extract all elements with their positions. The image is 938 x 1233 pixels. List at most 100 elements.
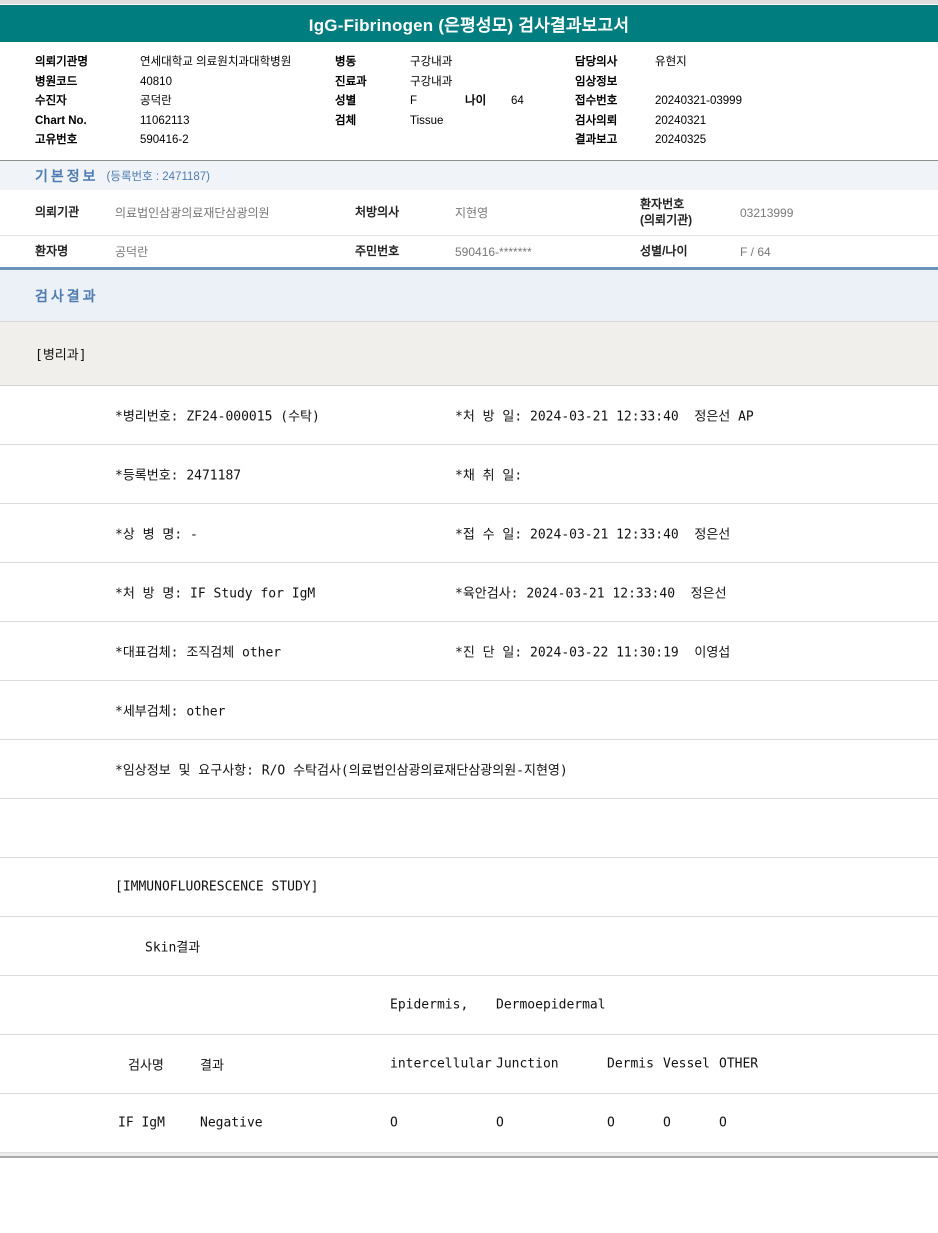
header-row: 접수번호 20240321-03999 xyxy=(575,92,742,112)
study-title-row: [IMMUNOFLUORESCENCE STUDY] xyxy=(0,858,938,917)
field-value: 20240325 xyxy=(655,134,707,146)
basic-info-row: 의뢰기관 의료법인삼광의료재단삼광의원 처방의사 지현영 환자번호 (의뢰기관)… xyxy=(0,190,938,236)
patient-header: 의뢰기관명 연세대학교 의료원치과대학병원 병원코드 40810 수진자 공덕란 Ch… xyxy=(0,42,938,160)
field-label: 검체 xyxy=(335,114,357,127)
info-label: 처방의사 xyxy=(355,204,400,219)
study-title: [IMMUNOFLUORESCENCE STUDY] xyxy=(115,879,319,895)
field-value: F xyxy=(410,95,418,107)
header-row: 수진자 공덕란 xyxy=(35,92,291,112)
if-table-cell: O xyxy=(390,1115,398,1131)
info-value: 03213999 xyxy=(740,205,794,220)
header-row: 임상정보 xyxy=(575,73,742,93)
field-value: 20240321-03999 xyxy=(655,95,742,107)
header-row: 고유번호 590416-2 xyxy=(35,131,291,151)
detail-left: *처 방 명: IF Study for IgM xyxy=(115,586,316,602)
header-row: 진료과 구강내과 xyxy=(335,73,524,93)
field-label: 고유번호 xyxy=(35,134,78,146)
if-table-group-header: Epidermis, xyxy=(390,997,469,1013)
field-value: 20240321 xyxy=(655,114,707,127)
detail-row: *임상정보 및 요구사항: R/O 수탁검사(의료법인삼광의료재단삼광의원-지현… xyxy=(0,740,938,799)
detail-right: *진 단 일: 2024-03-22 11:30:19 이영섭 xyxy=(455,645,731,661)
info-value: 의료법인삼광의료재단삼광의원 xyxy=(115,206,270,220)
if-table-group-header-row: Epidermis, Dermoepidermal xyxy=(0,976,938,1035)
detail-row: *상 병 명: - *접 수 일: 2024-03-21 12:33:40 정은… xyxy=(0,504,938,563)
if-table-cell: O xyxy=(663,1115,671,1131)
field-label: 병원코드 xyxy=(35,75,78,88)
info-label: 환자명 xyxy=(35,243,69,258)
department-label: [병리과] xyxy=(35,348,87,363)
detail-row: *대표검체: 조직검체 other *진 단 일: 2024-03-22 11:… xyxy=(0,622,938,681)
header-row: 성별 F 나이 64 xyxy=(335,92,524,112)
field-label: 의뢰기관명 xyxy=(35,56,88,68)
detail-left: *세부검체: other xyxy=(115,704,226,720)
field-label: 검사의뢰 xyxy=(575,114,618,127)
detail-left: *병리번호: ZF24-000015 (수탁) xyxy=(115,409,320,425)
section-title: 기본정보 xyxy=(35,167,99,184)
field-label: 병동 xyxy=(335,56,357,68)
detail-left: *임상정보 및 요구사항: R/O 수탁검사(의료법인삼광의료재단삼광의원-지현… xyxy=(115,763,568,779)
info-value: 590416-******* xyxy=(455,244,532,259)
detail-row: *세부검체: other xyxy=(0,681,938,740)
field-label: 임상정보 xyxy=(575,75,618,88)
if-table-data-row: IF IgM Negative O O O O O xyxy=(0,1094,938,1153)
info-label: 주민번호 xyxy=(355,243,400,258)
department-band: [병리과] xyxy=(0,322,938,386)
detail-left: *상 병 명: - xyxy=(115,527,198,543)
field-label: 진료과 xyxy=(335,75,367,88)
detail-row: *등록번호: 2471187 *채 취 일: xyxy=(0,445,938,504)
report-page: IgG-Fibrinogen (은평성모) 검사결과보고서 의뢰기관명 연세대학교… xyxy=(0,0,938,1233)
patient-header-middle: 병동 구강내과 진료과 구강내과 성별 F 나이 64 검체 Tissue xyxy=(335,53,524,131)
detail-row: *병리번호: ZF24-000015 (수탁) *처 방 일: 2024-03-… xyxy=(0,386,938,445)
detail-left: *등록번호: 2471187 xyxy=(115,468,242,484)
if-table-column-header: Junction xyxy=(496,1056,559,1072)
field-value: 연세대학교 의료원치과대학병원 xyxy=(140,56,292,68)
skin-result-title: Skin결과 xyxy=(145,940,201,956)
detail-right: *육안검사: 2024-03-21 12:33:40 정은선 xyxy=(455,586,727,602)
patient-header-right: 담당의사 유현지 임상정보 접수번호 20240321-03999 검사의뢰 2024… xyxy=(575,53,742,151)
report-title: IgG-Fibrinogen (은평성모) 검사결과보고서 xyxy=(308,16,630,35)
if-table-column-header: Vessel xyxy=(663,1056,710,1072)
if-table-cell: O xyxy=(719,1115,727,1131)
field-value: 구강내과 xyxy=(410,56,453,68)
if-table-column-header: 결과 xyxy=(200,1058,224,1074)
info-value: F / 64 xyxy=(740,244,771,259)
field-value: 공덕란 xyxy=(140,95,172,107)
detail-right: *처 방 일: 2024-03-21 12:33:40 정은선 AP xyxy=(455,409,754,425)
info-label: 의뢰기관 xyxy=(35,204,80,219)
info-value: 지현영 xyxy=(455,206,489,220)
if-table-column-header: OTHER xyxy=(719,1056,759,1072)
info-value: 공덕란 xyxy=(115,245,149,259)
header-row: Chart No. 11062113 xyxy=(35,112,291,132)
field-value: 40810 xyxy=(140,75,172,88)
field-value: 11062113 xyxy=(140,114,190,127)
section-basic-info-header: 기본정보 (등록번호 : 2471187) xyxy=(0,160,938,190)
if-table-group-header: Dermoepidermal xyxy=(496,997,606,1013)
field-label: 수진자 xyxy=(35,95,67,107)
header-row: 의뢰기관명 연세대학교 의료원치과대학병원 xyxy=(35,53,291,73)
field-value: 유현지 xyxy=(655,56,687,68)
if-table-cell: O xyxy=(496,1115,504,1131)
registration-number: (등록번호 : 2471187) xyxy=(106,170,211,183)
info-label: 성별/나이 xyxy=(640,243,688,258)
field-label: 성별 xyxy=(335,95,357,107)
basic-info-row: 환자명 공덕란 주민번호 590416-******* 성별/나이 F / 64 xyxy=(0,236,938,270)
if-table-column-header-row: 검사명 결과 intercellular Junction Dermis Ves… xyxy=(0,1035,938,1094)
field-label: 접수번호 xyxy=(575,95,618,107)
detail-right: *접 수 일: 2024-03-21 12:33:40 정은선 xyxy=(455,527,731,543)
field-value: 구강내과 xyxy=(410,75,453,88)
header-row: 병원코드 40810 xyxy=(35,73,291,93)
detail-row-empty xyxy=(0,799,938,858)
detail-right: *채 취 일: xyxy=(455,468,523,484)
field-value: 64 xyxy=(511,95,524,107)
bottom-divider xyxy=(0,1153,938,1158)
detail-left: *대표검체: 조직검체 other xyxy=(115,645,282,661)
section-title: 검사결과 xyxy=(35,287,99,304)
if-table-column-header: intercellular xyxy=(390,1056,492,1072)
header-row: 병동 구강내과 xyxy=(335,53,524,73)
report-title-bar: IgG-Fibrinogen (은평성모) 검사결과보고서 xyxy=(0,5,938,42)
header-row: 결과보고 20240325 xyxy=(575,131,742,151)
field-label: 결과보고 xyxy=(575,134,618,146)
patient-header-left: 의뢰기관명 연세대학교 의료원치과대학병원 병원코드 40810 수진자 공덕란 Ch… xyxy=(35,53,291,151)
field-value: Tissue xyxy=(410,114,444,127)
if-table-cell: O xyxy=(607,1115,615,1131)
